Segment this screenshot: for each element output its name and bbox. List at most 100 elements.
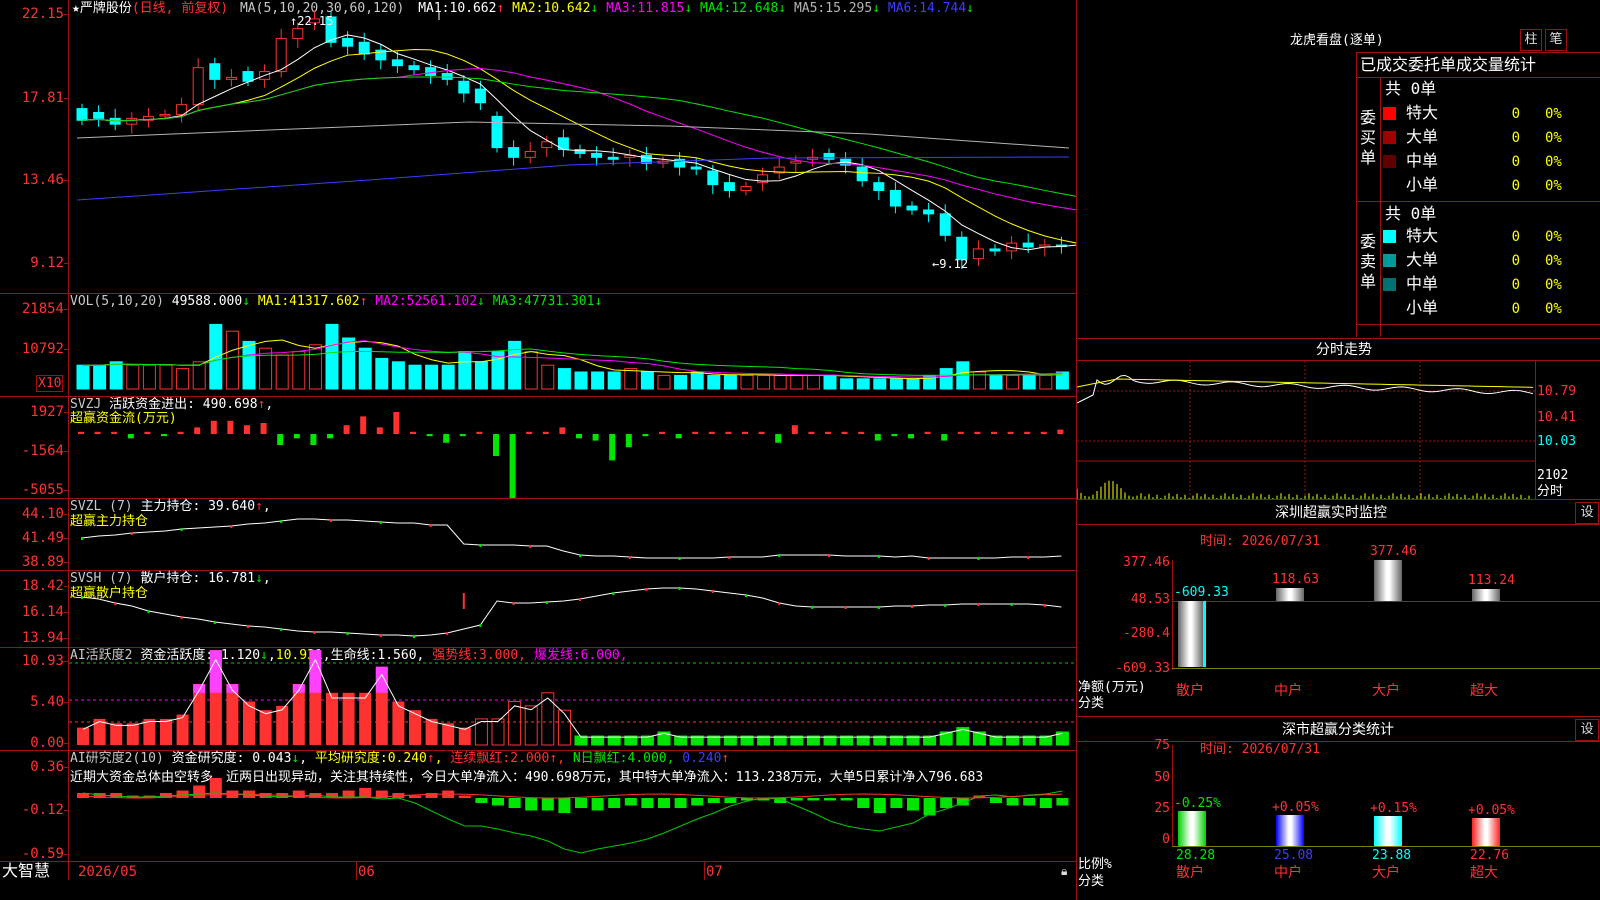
net-bar-3[interactable] bbox=[1472, 588, 1500, 601]
holding-dot bbox=[828, 554, 830, 557]
activity-bar bbox=[126, 723, 139, 745]
fund-flow-chart[interactable] bbox=[69, 397, 1076, 498]
lhb-tabs[interactable]: 已成交委托单成交量统计 bbox=[1360, 56, 1600, 74]
flow-bar bbox=[476, 431, 483, 434]
main-holding-chart[interactable] bbox=[69, 499, 1076, 570]
retail-spike bbox=[462, 593, 465, 609]
ratio-chg-3: +0.05% bbox=[1468, 802, 1515, 818]
activity-bar-top bbox=[292, 684, 305, 693]
research-bar bbox=[458, 795, 471, 798]
activity-bar bbox=[193, 684, 206, 745]
retail-dot bbox=[877, 606, 880, 609]
research-chart[interactable] bbox=[69, 751, 1076, 861]
net-bar-0[interactable] bbox=[1178, 601, 1206, 667]
szmon-settings-button[interactable]: 设 bbox=[1575, 502, 1599, 524]
vol-unit: X10 bbox=[36, 375, 64, 392]
research-bar bbox=[907, 798, 919, 811]
flow-bar bbox=[609, 434, 616, 461]
ratio-bar-3[interactable] bbox=[1472, 817, 1500, 846]
fs-unit: 分时 bbox=[1537, 484, 1564, 499]
x-label-0: 2026/05 bbox=[78, 864, 138, 880]
research-bar bbox=[940, 798, 953, 808]
volume-bar bbox=[275, 354, 289, 390]
candle-body bbox=[491, 115, 503, 149]
flow-bar bbox=[941, 434, 948, 441]
flow-bar bbox=[625, 434, 632, 448]
retail-holding-chart[interactable] bbox=[69, 571, 1076, 647]
buy-val-2: 0 bbox=[1511, 154, 1520, 170]
sell-swatch-0 bbox=[1383, 230, 1396, 243]
volume-bar bbox=[259, 347, 273, 390]
research-bar bbox=[591, 798, 604, 811]
sell-swatch-1 bbox=[1383, 254, 1396, 267]
net-bar-2[interactable] bbox=[1374, 560, 1402, 601]
main-tick-1: 17.81 bbox=[21, 90, 64, 106]
szcls-settings-button[interactable]: 设 bbox=[1575, 719, 1599, 741]
holding-dot bbox=[628, 556, 631, 559]
research-bar bbox=[807, 798, 820, 801]
flow-bar bbox=[841, 431, 848, 434]
ratio-chg-1: +0.05% bbox=[1272, 799, 1319, 815]
holding-dot bbox=[130, 532, 133, 535]
fs-tick-0: 10.79 bbox=[1537, 384, 1577, 399]
fs-vol-tick: 2102 bbox=[1537, 468, 1569, 483]
candle-body bbox=[192, 67, 204, 106]
sell-pct-1: 0% bbox=[1545, 253, 1562, 269]
bar-mode-button[interactable]: 柱 bbox=[1520, 29, 1542, 51]
candle-body bbox=[242, 71, 254, 82]
retail-dot bbox=[280, 628, 283, 631]
net-cat-0: 散户 bbox=[1176, 683, 1204, 699]
intraday-chart[interactable] bbox=[1077, 361, 1535, 499]
candlestick-chart[interactable] bbox=[69, 0, 1076, 293]
buy-val-0: 0 bbox=[1511, 106, 1520, 122]
flow-bar bbox=[858, 431, 865, 434]
volume-bar bbox=[607, 371, 621, 390]
sell-val-3: 0 bbox=[1511, 301, 1520, 317]
flow-bar bbox=[127, 434, 134, 439]
volume-bar bbox=[391, 361, 405, 390]
candle-body bbox=[458, 80, 470, 94]
sell-name-1: 大单 bbox=[1406, 250, 1439, 269]
volume-chart[interactable] bbox=[69, 294, 1076, 396]
candle-body bbox=[923, 209, 935, 215]
szmon-tick-2: -280.4 bbox=[1123, 626, 1170, 641]
volume-bar bbox=[757, 374, 771, 390]
lock-icon[interactable]: 🔒︎ bbox=[1061, 864, 1067, 878]
tick-mode-button[interactable]: 笔 bbox=[1545, 29, 1567, 51]
activity-bar bbox=[557, 709, 571, 746]
retail-dot bbox=[911, 605, 913, 608]
candle-body bbox=[93, 111, 105, 119]
flow-bar bbox=[725, 431, 732, 434]
main-holding-line bbox=[81, 518, 1062, 559]
activity-bar bbox=[259, 710, 272, 745]
szmon-zero bbox=[1172, 601, 1600, 602]
flow-bar bbox=[410, 431, 416, 434]
activity-bar bbox=[160, 718, 172, 745]
sell-val-1: 0 bbox=[1511, 253, 1520, 269]
retail-dot bbox=[81, 596, 83, 599]
candle-body bbox=[441, 73, 453, 80]
flow-bar bbox=[742, 431, 748, 434]
research-bar bbox=[541, 798, 554, 811]
research-bar bbox=[873, 798, 886, 813]
net-cat-2: 大户 bbox=[1372, 683, 1400, 699]
activity-chart[interactable] bbox=[69, 648, 1076, 750]
ratio-bar-1[interactable] bbox=[1276, 814, 1304, 846]
activity-bar bbox=[226, 684, 239, 745]
activity-bar bbox=[474, 718, 488, 746]
holding-dot bbox=[927, 557, 930, 560]
research-bar bbox=[691, 798, 704, 806]
retail-dot bbox=[645, 588, 648, 591]
retail-dot bbox=[512, 602, 515, 605]
ratio-bar-0[interactable] bbox=[1178, 810, 1206, 846]
activity-bar bbox=[524, 705, 538, 746]
ratio-bar-2[interactable] bbox=[1374, 816, 1402, 846]
candle-body bbox=[76, 108, 88, 121]
volume-bar bbox=[823, 374, 837, 390]
net-bar-1[interactable] bbox=[1276, 588, 1304, 601]
candle-body bbox=[358, 41, 370, 55]
volume-bar bbox=[76, 364, 90, 390]
sell-pct-3: 0% bbox=[1545, 301, 1562, 317]
x-label-1: 06 bbox=[358, 864, 375, 880]
price-ma1-line bbox=[81, 34, 1076, 251]
